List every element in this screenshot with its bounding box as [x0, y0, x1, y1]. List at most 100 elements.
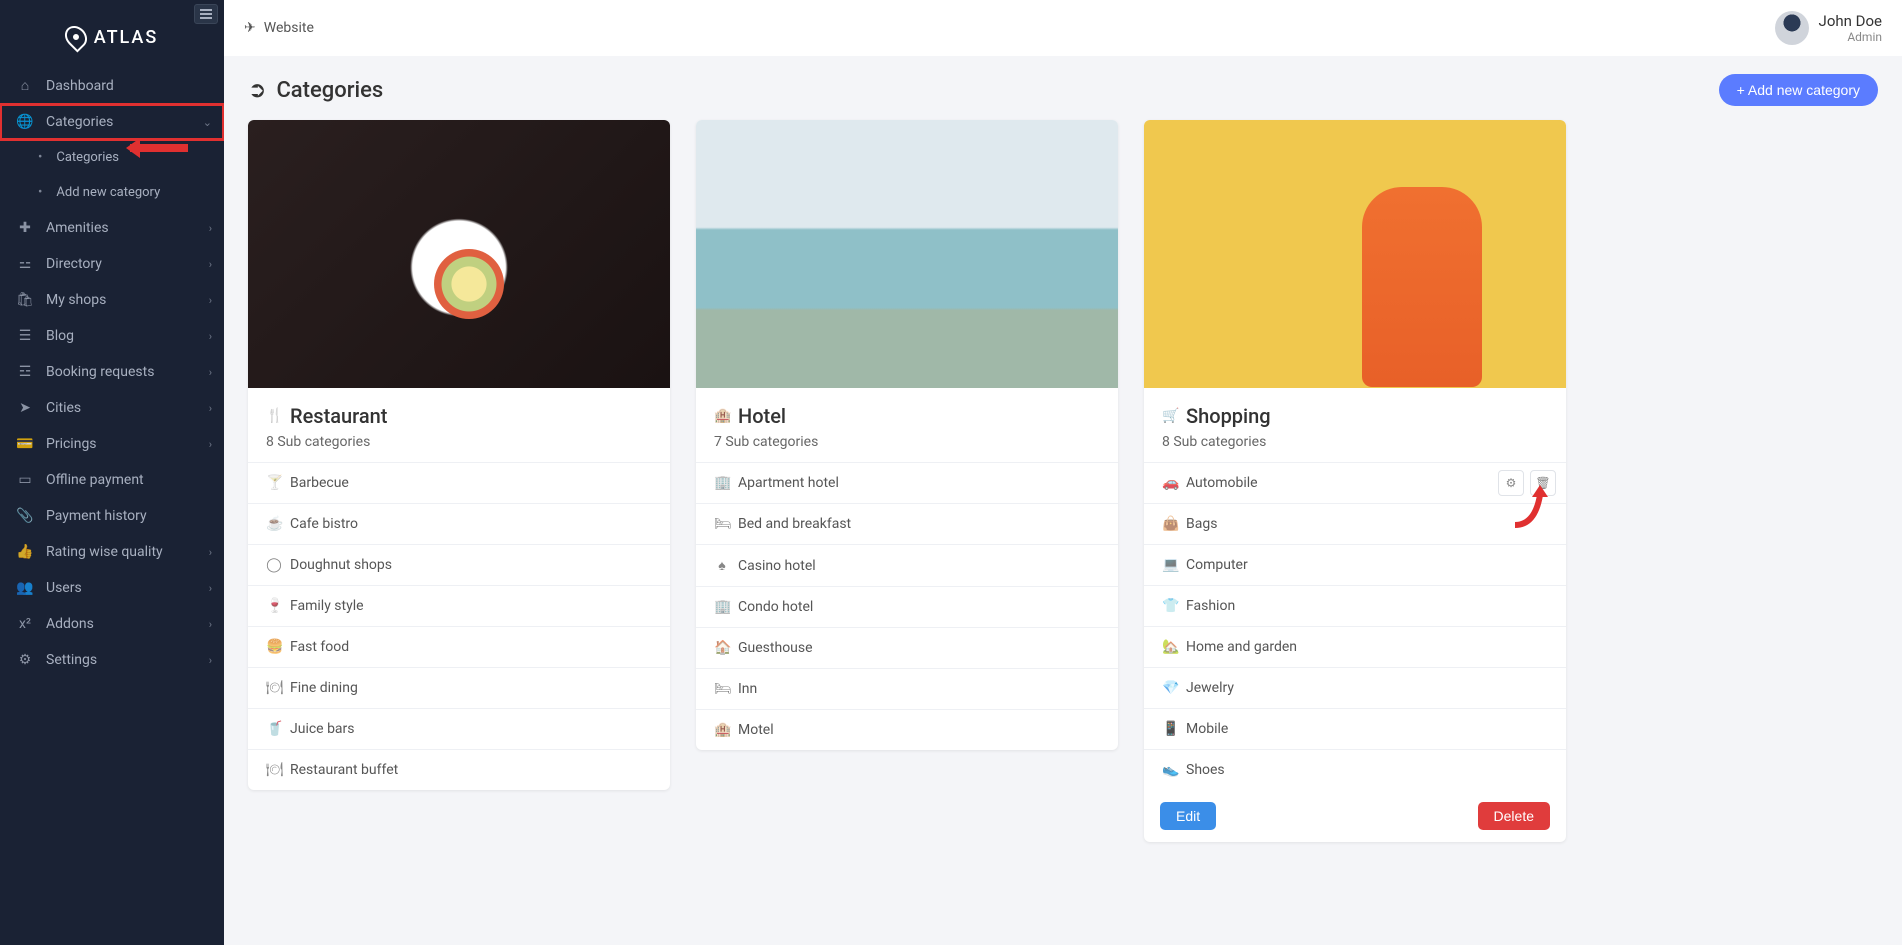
subcategory-item[interactable]: 🍸 Barbecue — [248, 462, 670, 503]
nav-addons[interactable]: x²Addons› — [0, 606, 224, 642]
nav-rating[interactable]: 👍Rating wise quality› — [0, 534, 224, 570]
subnav-add-category[interactable]: Add new category — [0, 175, 224, 210]
subcategory-item[interactable]: 🍔 Fast food — [248, 626, 670, 667]
subcategory-label: Jewelry — [1186, 680, 1234, 696]
subcategory-icon: 💎 — [1162, 680, 1178, 696]
card-icon: 💳 — [16, 436, 34, 452]
card-title: 🏨Hotel — [714, 404, 1100, 428]
nav-categories[interactable]: 🌐Categories⌄ — [0, 104, 224, 140]
delete-button[interactable]: Delete — [1478, 802, 1550, 830]
nav-pricings[interactable]: 💳Pricings› — [0, 426, 224, 462]
trash-icon[interactable]: 🗑 — [1530, 470, 1556, 496]
website-link[interactable]: ✈ Website — [244, 20, 314, 36]
category-card: 🛒Shopping 8 Sub categories 🚗 Automobile … — [1144, 120, 1566, 842]
user-menu[interactable]: John Doe Admin — [1775, 11, 1882, 45]
globe-icon: 🌐 — [16, 114, 34, 130]
nav-label: Rating wise quality — [46, 544, 163, 560]
location-icon: ➤ — [16, 400, 34, 416]
card-image — [696, 120, 1118, 388]
subcategory-item[interactable]: 🏠 Guesthouse — [696, 627, 1118, 668]
subcategory-label: Computer — [1186, 557, 1248, 573]
subcategory-item[interactable]: 🍽 Fine dining — [248, 667, 670, 708]
subcategory-icon: 🍽 — [266, 762, 282, 778]
subcategory-item[interactable]: 👟 Shoes — [1144, 749, 1566, 790]
subcategory-item[interactable]: 👕 Fashion — [1144, 585, 1566, 626]
subcategory-item[interactable]: 🏢 Condo hotel — [696, 586, 1118, 627]
nav-dashboard[interactable]: ⌂Dashboard — [0, 67, 224, 104]
nav-users[interactable]: 👥Users› — [0, 570, 224, 606]
chevron-icon: › — [209, 366, 212, 379]
subcategory-item[interactable]: 🏢 Apartment hotel — [696, 462, 1118, 503]
subcategory-item[interactable]: 👜 Bags — [1144, 503, 1566, 544]
card-image — [1144, 120, 1566, 388]
nav-booking[interactable]: ☲Booking requests› — [0, 354, 224, 390]
sitemap-icon: ⚍ — [16, 256, 34, 272]
subcategory-list: 🚗 Automobile ⚙ 🗑 👜 Bags 💻 Computer 👕 Fas… — [1144, 462, 1566, 790]
sidebar-toggle[interactable] — [194, 4, 218, 24]
subcategory-label: Doughnut shops — [290, 557, 392, 573]
chevron-icon: › — [209, 402, 212, 415]
subcategory-item[interactable]: 🥤 Juice bars — [248, 708, 670, 749]
subcategory-icon: 🍽 — [266, 680, 282, 696]
subnav-label: Categories — [56, 150, 119, 165]
chevron-icon: › — [209, 618, 212, 631]
nav-directory[interactable]: ⚍Directory› — [0, 246, 224, 282]
chevron-icon: › — [209, 330, 212, 343]
nav-offline[interactable]: ▭Offline payment — [0, 462, 224, 498]
subcategory-icon: 🍔 — [266, 639, 282, 655]
subcategory-label: Family style — [290, 598, 364, 614]
add-category-button[interactable]: + Add new category — [1719, 74, 1878, 106]
subcategory-icon: 👟 — [1162, 762, 1178, 778]
brand-name: ATLAS — [94, 27, 159, 48]
subcategory-label: Bags — [1186, 516, 1217, 532]
subcategory-item[interactable]: ◯ Doughnut shops — [248, 544, 670, 585]
nav-myshops[interactable]: 🛍My shops› — [0, 282, 224, 318]
subcategory-item[interactable]: 🏡 Home and garden — [1144, 626, 1566, 667]
subcategory-item[interactable]: 🛏 Bed and breakfast — [696, 503, 1118, 544]
subcategory-item[interactable]: 🍷 Family style — [248, 585, 670, 626]
subcategory-item[interactable]: ☕ Cafe bistro — [248, 503, 670, 544]
subcategory-label: Casino hotel — [738, 558, 816, 574]
nav-amenities[interactable]: ✚Amenities› — [0, 210, 224, 246]
subcategory-label: Restaurant buffet — [290, 762, 398, 778]
nav-label: Cities — [46, 400, 81, 416]
subcategory-icon: 🥤 — [266, 721, 282, 737]
logo[interactable]: ATLAS — [0, 0, 224, 67]
website-label: Website — [264, 20, 314, 36]
user-name: John Doe — [1819, 12, 1882, 30]
subnav-categories[interactable]: Categories — [0, 140, 224, 175]
subcategory-item[interactable]: 🍽 Restaurant buffet — [248, 749, 670, 790]
arrow-circle-icon: ➲ — [248, 78, 266, 103]
subcategory-item[interactable]: ♠ Casino hotel — [696, 544, 1118, 586]
nav-payment-history[interactable]: 📎Payment history — [0, 498, 224, 534]
subcategory-item[interactable]: 📱 Mobile — [1144, 708, 1566, 749]
nav-label: Settings — [46, 652, 97, 668]
subcategory-item[interactable]: 🚗 Automobile ⚙ 🗑 — [1144, 462, 1566, 503]
subcategory-item[interactable]: 💻 Computer — [1144, 544, 1566, 585]
subcategory-item[interactable]: 🛏 Inn — [696, 668, 1118, 709]
subcategory-item[interactable]: 💎 Jewelry — [1144, 667, 1566, 708]
subcategory-label: Bed and breakfast — [738, 516, 851, 532]
subnav-label: Add new category — [56, 185, 160, 200]
nav-cities[interactable]: ➤ Cities › — [0, 390, 224, 426]
subcategory-label: Fast food — [290, 639, 349, 655]
subcategory-icon: ◯ — [266, 557, 282, 573]
subcategory-item[interactable]: 🏨 Motel — [696, 709, 1118, 750]
subcategory-label: Apartment hotel — [738, 475, 839, 491]
subcategory-icon: 🏡 — [1162, 639, 1178, 655]
nav-label: Addons — [46, 616, 94, 632]
subcategory-label: Barbecue — [290, 475, 349, 491]
sidebar: ATLAS ⌂Dashboard 🌐Categories⌄ Categories… — [0, 0, 224, 945]
nav-blog[interactable]: ☰Blog› — [0, 318, 224, 354]
gear-icon[interactable]: ⚙ — [1498, 470, 1524, 496]
card-title: 🍴Restaurant — [266, 404, 652, 428]
subcategory-icon: 🍷 — [266, 598, 282, 614]
nav-settings[interactable]: ⚙Settings› — [0, 642, 224, 678]
subcategory-list: 🏢 Apartment hotel 🛏 Bed and breakfast ♠ … — [696, 462, 1118, 750]
card-title-icon: 🛒 — [1162, 408, 1178, 424]
subcategory-icon: 🏠 — [714, 640, 730, 656]
logo-icon — [60, 21, 91, 52]
user-role: Admin — [1819, 30, 1882, 44]
chevron-down-icon: ⌄ — [203, 116, 212, 129]
edit-button[interactable]: Edit — [1160, 802, 1216, 830]
